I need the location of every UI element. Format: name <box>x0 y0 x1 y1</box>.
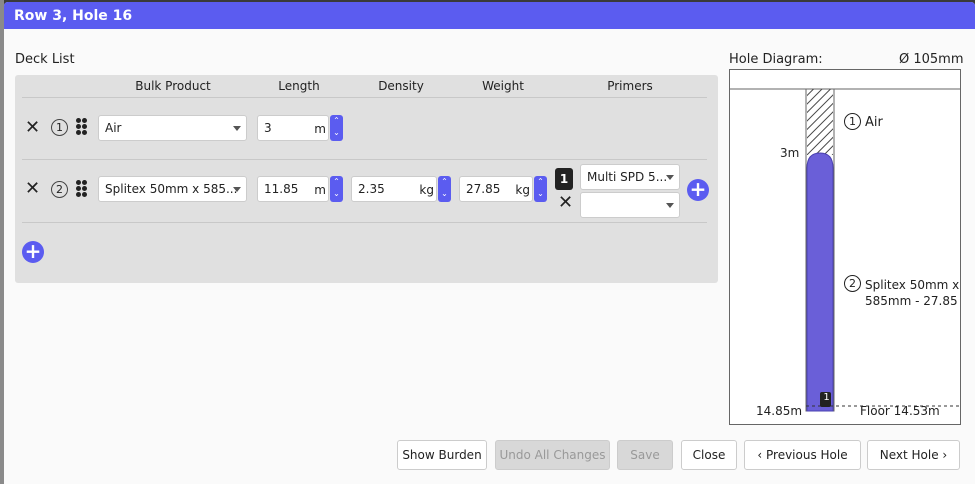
drag-handle-icon[interactable] <box>76 118 90 136</box>
delete-deck-2-icon[interactable]: ✕ <box>25 180 40 198</box>
weight-value: 27.85 <box>466 182 501 196</box>
density-value: 2.35 <box>358 182 385 196</box>
length-unit: m <box>314 122 326 136</box>
undo-all-changes-button[interactable]: Undo All Changes <box>495 440 610 470</box>
deck-index-badge: 1 <box>51 119 68 136</box>
length-stepper-1[interactable]: ⌃ ⌄ <box>330 115 343 141</box>
chevron-down-icon <box>666 203 674 208</box>
hole-edit-dialog: Row 3, Hole 16 Deck List Bulk Product Le… <box>4 2 975 484</box>
save-button[interactable]: Save <box>617 440 673 470</box>
chevron-left-icon: ‹ <box>757 448 766 462</box>
diagram-product-index: 2 <box>844 275 861 292</box>
delete-deck-1-icon[interactable]: ✕ <box>25 119 40 137</box>
length-stepper-2[interactable]: ⌃ ⌄ <box>330 176 343 202</box>
length-input-2[interactable]: 11.85 m <box>257 176 329 202</box>
bulk-product-select-1[interactable]: Air <box>98 115 247 141</box>
length-value: 3 <box>264 121 272 135</box>
diagram-depth-bottom: 14.85m <box>756 404 803 418</box>
length-input-1[interactable]: 3m <box>257 115 329 141</box>
next-hole-label: Next Hole <box>879 448 939 462</box>
diagram-product-label-2: 585mm - 27.85 <box>865 294 958 308</box>
show-burden-button[interactable]: Show Burden <box>397 440 487 470</box>
chevron-down-icon <box>666 175 674 180</box>
diagram-floor-depth: Floor 14.53m <box>860 404 940 418</box>
col-primers: Primers <box>607 79 653 93</box>
close-button[interactable]: Close <box>681 440 737 470</box>
previous-hole-label: Previous Hole <box>766 448 848 462</box>
primer-select-1[interactable]: Multi SPD 5... <box>580 164 680 190</box>
row-divider <box>22 159 707 160</box>
diagram-depth-top: 3m <box>780 146 800 160</box>
col-length: Length <box>278 79 320 93</box>
weight-unit: kg <box>515 183 530 197</box>
previous-hole-button[interactable]: ‹ Previous Hole <box>744 440 861 470</box>
primer-count-badge: 1 <box>555 168 573 190</box>
header-divider <box>22 97 707 98</box>
bulk-product-value: Splitex 50mm x 585... <box>105 182 238 196</box>
deck-list-title: Deck List <box>15 52 75 67</box>
next-hole-button[interactable]: Next Hole › <box>867 440 960 470</box>
diagram-air-label: Air <box>865 115 883 130</box>
diagram-primer-marker-label: 1 <box>823 392 830 403</box>
add-deck-button[interactable]: + <box>22 241 44 263</box>
density-input-2[interactable]: 2.35 kg <box>351 176 437 202</box>
remove-primer-icon[interactable]: ✕ <box>558 194 573 212</box>
add-primer-button[interactable]: + <box>687 179 709 201</box>
col-bulk-product: Bulk Product <box>135 79 211 93</box>
diagram-air-index: 1 <box>844 113 861 130</box>
weight-stepper-2[interactable]: ⌃ ⌄ <box>534 176 547 202</box>
product-deck-fill <box>806 152 834 412</box>
primer-select-2[interactable] <box>580 192 680 218</box>
weight-input-2[interactable]: 27.85 kg <box>459 176 533 202</box>
bulk-product-select-2[interactable]: Splitex 50mm x 585... <box>98 176 247 202</box>
length-value: 11.85 <box>264 182 299 196</box>
chevron-right-icon: › <box>938 448 948 462</box>
length-unit: m <box>314 183 326 197</box>
hole-diagram: 1 Air 3m 2 Splitex 50mm x 585mm - 27.85 … <box>729 69 961 425</box>
row-divider <box>22 222 707 223</box>
col-density: Density <box>378 79 424 93</box>
hole-diagram-title: Hole Diagram: <box>729 52 823 67</box>
col-weight: Weight <box>482 79 524 93</box>
deck-index-badge: 2 <box>51 181 68 198</box>
density-stepper-2[interactable]: ⌃ ⌄ <box>438 176 451 202</box>
hole-diameter: Ø 105mm <box>899 52 964 67</box>
bulk-product-value: Air <box>105 121 122 135</box>
chevron-down-icon <box>233 187 241 192</box>
chevron-down-icon <box>233 126 241 131</box>
primer-value: Multi SPD 5... <box>587 170 668 184</box>
air-deck-fill <box>807 89 833 155</box>
diagram-product-label-1: Splitex 50mm x <box>865 278 960 292</box>
drag-handle-icon[interactable] <box>76 180 90 198</box>
density-unit: kg <box>419 183 434 197</box>
dialog-title: Row 3, Hole 16 <box>4 2 975 29</box>
